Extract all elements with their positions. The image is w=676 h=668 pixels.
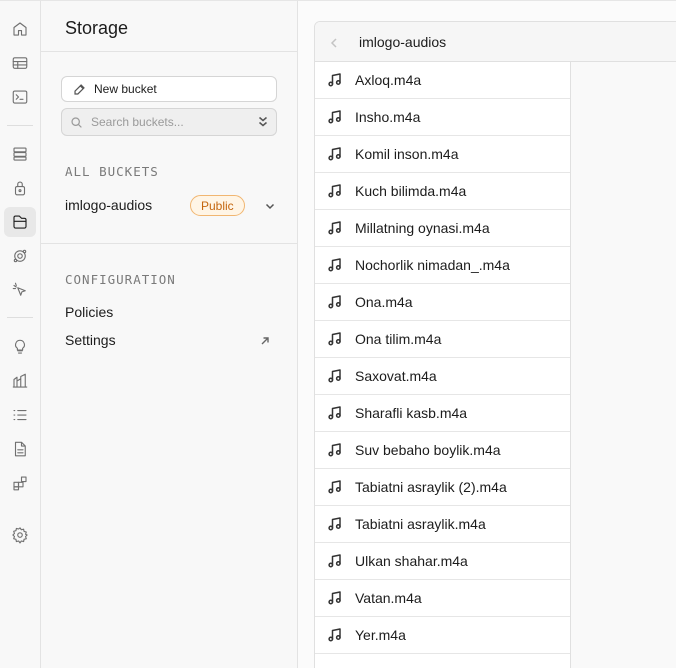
storage-icon[interactable] <box>4 207 36 237</box>
bucket-name: imlogo-audios <box>65 197 153 213</box>
audio-file-icon <box>328 295 341 309</box>
file-name: Ona tilim.m4a <box>355 331 442 347</box>
file-name: Axloq.m4a <box>355 72 422 88</box>
audio-file-icon <box>328 480 341 494</box>
file-row[interactable]: Tabiatni asraylik (2).m4a <box>315 469 570 506</box>
file-row[interactable]: Kuch bilimda.m4a <box>315 173 570 210</box>
audio-file-icon <box>328 591 341 605</box>
back-chevron-icon[interactable] <box>329 36 339 48</box>
audio-file-icon <box>328 406 341 420</box>
settings-icon[interactable] <box>4 520 36 550</box>
file-row[interactable]: Vatan.m4a <box>315 580 570 617</box>
file-row[interactable]: Axloq.m4a <box>315 62 570 99</box>
file-name: Ona.m4a <box>355 294 413 310</box>
audio-file-icon <box>328 73 341 87</box>
settings-link[interactable]: Settings <box>65 332 116 348</box>
audio-file-icon <box>328 147 341 161</box>
file-name: Vatan.m4a <box>355 590 422 606</box>
new-bucket-label: New bucket <box>94 82 157 96</box>
storage-sidebar: Storage New bucket Search buckets... ALL… <box>41 0 298 668</box>
configuration-heading: CONFIGURATION <box>65 272 176 287</box>
file-row[interactable]: Komil inson.m4a <box>315 136 570 173</box>
table-editor-icon[interactable] <box>4 48 36 78</box>
file-row[interactable]: Ona tilim.m4a <box>315 321 570 358</box>
sidebar-title: Storage <box>65 18 129 38</box>
audio-file-icon <box>328 369 341 383</box>
sql-editor-icon[interactable] <box>4 82 36 112</box>
main-content: imlogo-audios Axloq.m4a Insho.m4a Komil in… <box>298 0 676 668</box>
audio-file-icon <box>328 443 341 457</box>
file-name: Insho.m4a <box>355 109 421 125</box>
file-name: Millatning oynasi.m4a <box>355 220 490 236</box>
file-row[interactable]: Saxovat.m4a <box>315 358 570 395</box>
file-row[interactable]: Yer.m4a <box>315 617 570 654</box>
file-name: Yer.m4a <box>355 627 406 643</box>
audio-file-icon <box>328 110 341 124</box>
explorer-header: imlogo-audios <box>315 22 676 62</box>
search-icon <box>71 116 82 128</box>
search-placeholder: Search buckets... <box>91 115 184 129</box>
chevron-down-icon[interactable] <box>264 199 276 211</box>
edit-icon <box>74 83 85 95</box>
reports-icon[interactable] <box>4 366 36 396</box>
advisors-icon[interactable] <box>4 332 36 362</box>
file-column: Axloq.m4a Insho.m4a Komil inson.m4a Kuch bi… <box>315 62 571 668</box>
file-row[interactable]: Ulkan shahar.m4a <box>315 543 570 580</box>
audio-file-icon <box>328 554 341 568</box>
new-bucket-button[interactable]: New bucket <box>61 76 277 102</box>
all-buckets-heading: ALL BUCKETS <box>65 164 159 179</box>
file-row[interactable]: Tabiatni asraylik.m4a <box>315 506 570 543</box>
divider <box>41 51 297 52</box>
audio-file-icon <box>328 628 341 642</box>
external-link-icon <box>259 334 271 346</box>
divider <box>41 243 297 244</box>
audio-file-icon <box>328 184 341 198</box>
file-name: Komil inson.m4a <box>355 146 459 162</box>
file-explorer: imlogo-audios Axloq.m4a Insho.m4a Komil in… <box>314 21 676 668</box>
file-row[interactable]: Sharafli kasb.m4a <box>315 395 570 432</box>
file-name: Suv bebaho boylik.m4a <box>355 442 501 458</box>
audio-file-icon <box>328 517 341 531</box>
public-badge: Public <box>190 195 245 216</box>
file-row[interactable]: Nochorlik nimadan_.m4a <box>315 247 570 284</box>
file-row[interactable]: Ona.m4a <box>315 284 570 321</box>
home-icon[interactable] <box>4 14 36 44</box>
sort-icon[interactable] <box>257 115 269 129</box>
api-docs-icon[interactable] <box>4 434 36 464</box>
realtime-icon[interactable] <box>4 275 36 305</box>
file-name: Ulkan shahar.m4a <box>355 553 468 569</box>
rail-divider <box>7 317 33 318</box>
database-icon[interactable] <box>4 139 36 169</box>
preview-column <box>571 62 676 668</box>
logs-icon[interactable] <box>4 400 36 430</box>
current-path: imlogo-audios <box>359 34 447 50</box>
auth-icon[interactable] <box>4 173 36 203</box>
bucket-item[interactable]: imlogo-audios Public <box>65 195 281 216</box>
file-name: Saxovat.m4a <box>355 368 437 384</box>
search-buckets-input[interactable]: Search buckets... <box>61 108 277 136</box>
icon-rail <box>0 0 41 668</box>
file-name: Nochorlik nimadan_.m4a <box>355 257 510 273</box>
audio-file-icon <box>328 221 341 235</box>
file-row[interactable]: Insho.m4a <box>315 99 570 136</box>
integrations-icon[interactable] <box>4 468 36 498</box>
edge-functions-icon[interactable] <box>4 241 36 271</box>
file-name: Tabiatni asraylik (2).m4a <box>355 479 507 495</box>
audio-file-icon <box>328 258 341 272</box>
policies-link[interactable]: Policies <box>65 304 113 320</box>
file-row[interactable]: Suv bebaho boylik.m4a <box>315 432 570 469</box>
file-name: Sharafli kasb.m4a <box>355 405 468 421</box>
file-row[interactable]: Millatning oynasi.m4a <box>315 210 570 247</box>
audio-file-icon <box>328 332 341 346</box>
file-name: Tabiatni asraylik.m4a <box>355 516 486 532</box>
rail-divider <box>7 125 33 126</box>
file-name: Kuch bilimda.m4a <box>355 183 467 199</box>
